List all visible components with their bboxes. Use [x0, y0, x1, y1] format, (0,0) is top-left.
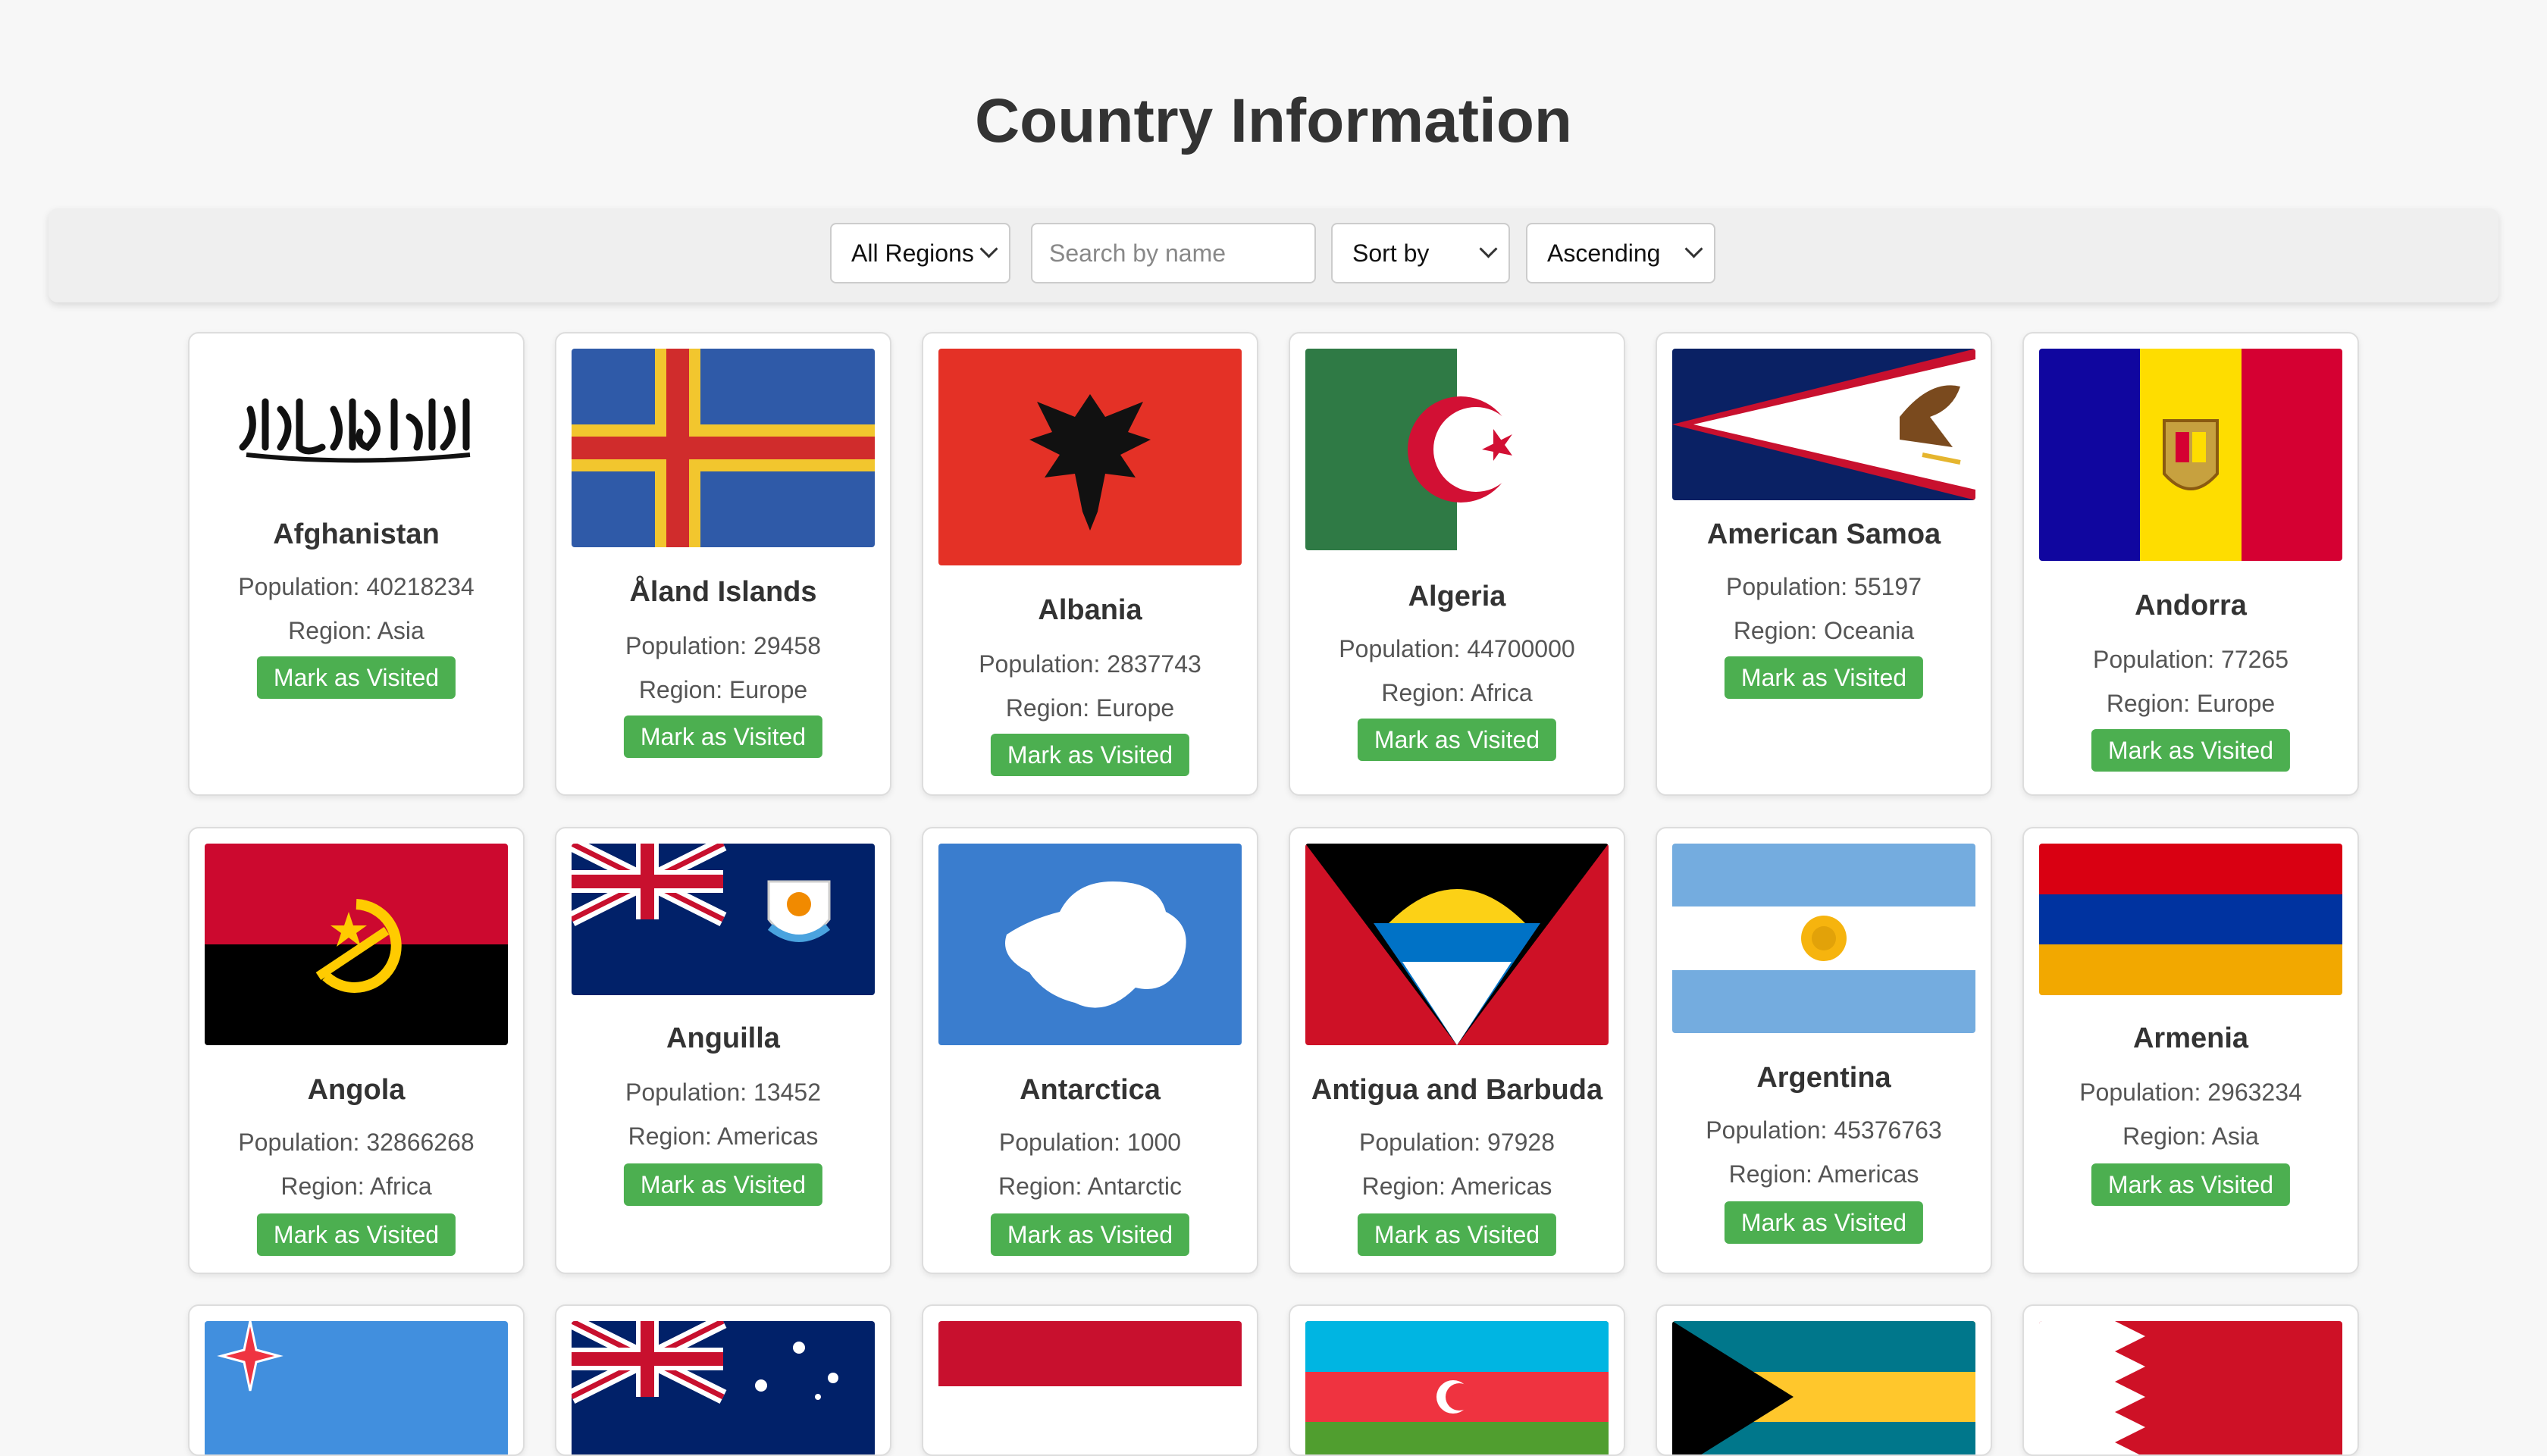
- country-population: Population: 29458: [625, 632, 821, 659]
- country-region: Region: Americas: [1728, 1160, 1919, 1188]
- flag-aland-islands: [572, 349, 875, 547]
- mark-visited-button[interactable]: Mark as Visited: [990, 1213, 1190, 1256]
- filter-toolbar: All Regions Search by name Sort by Ascen…: [49, 208, 2498, 302]
- mark-visited-button[interactable]: Mark as Visited: [2091, 1163, 2291, 1206]
- chevron-down-icon: [1684, 240, 1703, 258]
- chevron-down-icon: [979, 240, 998, 258]
- flag-australia: [572, 1321, 875, 1454]
- flag-azerbaijan: [1305, 1321, 1609, 1454]
- flag-bahrain: [2039, 1321, 2342, 1454]
- region-select[interactable]: All Regions: [830, 223, 1010, 283]
- mark-visited-button[interactable]: Mark as Visited: [623, 1163, 823, 1206]
- flag-armenia: [2039, 844, 2342, 995]
- country-card: American Samoa Population: 55197 Region:…: [1656, 332, 1992, 796]
- mark-visited-button[interactable]: Mark as Visited: [623, 715, 823, 758]
- country-card: [188, 1304, 525, 1456]
- country-region: Region: Africa: [1381, 679, 1533, 706]
- country-population: Population: 40218234: [238, 573, 475, 600]
- country-card: Antarctica Population: 1000 Region: Anta…: [922, 827, 1258, 1274]
- country-card: Argentina Population: 45376763 Region: A…: [1656, 827, 1992, 1274]
- country-card: Anguilla Population: 13452 Region: Ameri…: [555, 827, 891, 1274]
- country-name: Åland Islands: [629, 576, 817, 608]
- country-name: Anguilla: [666, 1022, 780, 1054]
- flag-albania: [938, 349, 1242, 565]
- flag-bahamas: [1672, 1321, 1975, 1454]
- country-card: Algeria Population: 44700000 Region: Afr…: [1289, 332, 1625, 796]
- country-population: Population: 97928: [1359, 1129, 1555, 1156]
- flag-afghanistan: [205, 349, 508, 528]
- country-population: Population: 45376763: [1706, 1116, 1942, 1144]
- country-name: Armenia: [2132, 1022, 2249, 1054]
- country-region: Region: Oceania: [1733, 617, 1915, 644]
- country-card: Albania Population: 2837743 Region: Euro…: [922, 332, 1258, 796]
- mark-visited-button[interactable]: Mark as Visited: [1724, 1201, 1924, 1244]
- mark-visited-button[interactable]: Mark as Visited: [1724, 656, 1924, 699]
- country-card: Antigua and Barbuda Population: 97928 Re…: [1289, 827, 1625, 1274]
- country-name: Argentina: [1756, 1062, 1891, 1094]
- country-card: Åland Islands Population: 29458 Region: …: [555, 332, 891, 796]
- country-card: Afghanistan Population: 40218234 Region:…: [188, 332, 525, 796]
- mark-visited-button[interactable]: Mark as Visited: [1357, 1213, 1557, 1256]
- country-region: Region: Antarctic: [998, 1173, 1182, 1200]
- order-select[interactable]: Ascending: [1526, 223, 1715, 283]
- flag-antarctica: [938, 844, 1242, 1045]
- region-select-value: All Regions: [851, 239, 974, 267]
- country-population: Population: 77265: [2093, 646, 2289, 673]
- flag-andorra: [2039, 349, 2342, 561]
- mark-visited-button[interactable]: Mark as Visited: [2091, 729, 2291, 772]
- country-region: Region: Asia: [2122, 1123, 2259, 1150]
- flag-austria: [938, 1321, 1242, 1454]
- country-region: Region: Asia: [288, 617, 424, 644]
- country-region: Region: Americas: [628, 1123, 819, 1150]
- mark-visited-button[interactable]: Mark as Visited: [1357, 719, 1557, 761]
- country-card: Armenia Population: 2963234 Region: Asia…: [2022, 827, 2359, 1274]
- mark-visited-button[interactable]: Mark as Visited: [256, 1213, 456, 1256]
- country-population: Population: 44700000: [1339, 635, 1575, 662]
- country-name: Antigua and Barbuda: [1311, 1074, 1603, 1106]
- country-region: Region: Europe: [638, 676, 808, 703]
- flag-aruba: [205, 1321, 508, 1454]
- country-population: Population: 13452: [625, 1079, 821, 1106]
- order-select-value: Ascending: [1547, 239, 1661, 267]
- country-card: [2022, 1304, 2359, 1456]
- country-name: Antarctica: [1020, 1074, 1161, 1106]
- country-name: Algeria: [1408, 581, 1506, 612]
- country-card: [1656, 1304, 1992, 1456]
- country-region: Region: Europe: [2106, 690, 2276, 717]
- country-card: [555, 1304, 891, 1456]
- flag-antigua-and-barbuda: [1305, 844, 1609, 1045]
- flag-anguilla: [572, 844, 875, 995]
- sort-select[interactable]: Sort by: [1331, 223, 1510, 283]
- country-name: American Samoa: [1706, 518, 1941, 550]
- flag-algeria: [1305, 349, 1609, 550]
- chevron-down-icon: [1479, 240, 1498, 258]
- country-name: Albania: [1038, 594, 1142, 626]
- country-population: Population: 55197: [1726, 573, 1922, 600]
- country-population: Population: 2963234: [2079, 1079, 2302, 1106]
- country-population: Population: 32866268: [238, 1129, 475, 1156]
- flag-argentina: [1672, 844, 1975, 1033]
- page-title: Country Information: [974, 86, 1573, 155]
- country-card: [922, 1304, 1258, 1456]
- country-name: Angola: [307, 1074, 406, 1106]
- flag-american-samoa: [1672, 349, 1975, 500]
- country-card: Andorra Population: 77265 Region: Europe…: [2022, 332, 2359, 796]
- country-name: Andorra: [2135, 590, 2247, 622]
- country-region: Region: Africa: [280, 1173, 432, 1200]
- mark-visited-button[interactable]: Mark as Visited: [256, 656, 456, 699]
- search-placeholder: Search by name: [1049, 239, 1227, 267]
- sort-select-value: Sort by: [1352, 239, 1430, 267]
- country-population: Population: 2837743: [979, 650, 1201, 678]
- country-card: Angola Population: 32866268 Region: Afri…: [188, 827, 525, 1274]
- country-card: [1289, 1304, 1625, 1456]
- country-region: Region: Europe: [1005, 694, 1175, 722]
- mark-visited-button[interactable]: Mark as Visited: [990, 734, 1190, 776]
- flag-angola: [205, 844, 508, 1045]
- country-population: Population: 1000: [998, 1129, 1182, 1156]
- country-region: Region: Americas: [1361, 1173, 1552, 1200]
- search-input[interactable]: Search by name: [1031, 223, 1316, 283]
- country-name: Afghanistan: [273, 518, 440, 550]
